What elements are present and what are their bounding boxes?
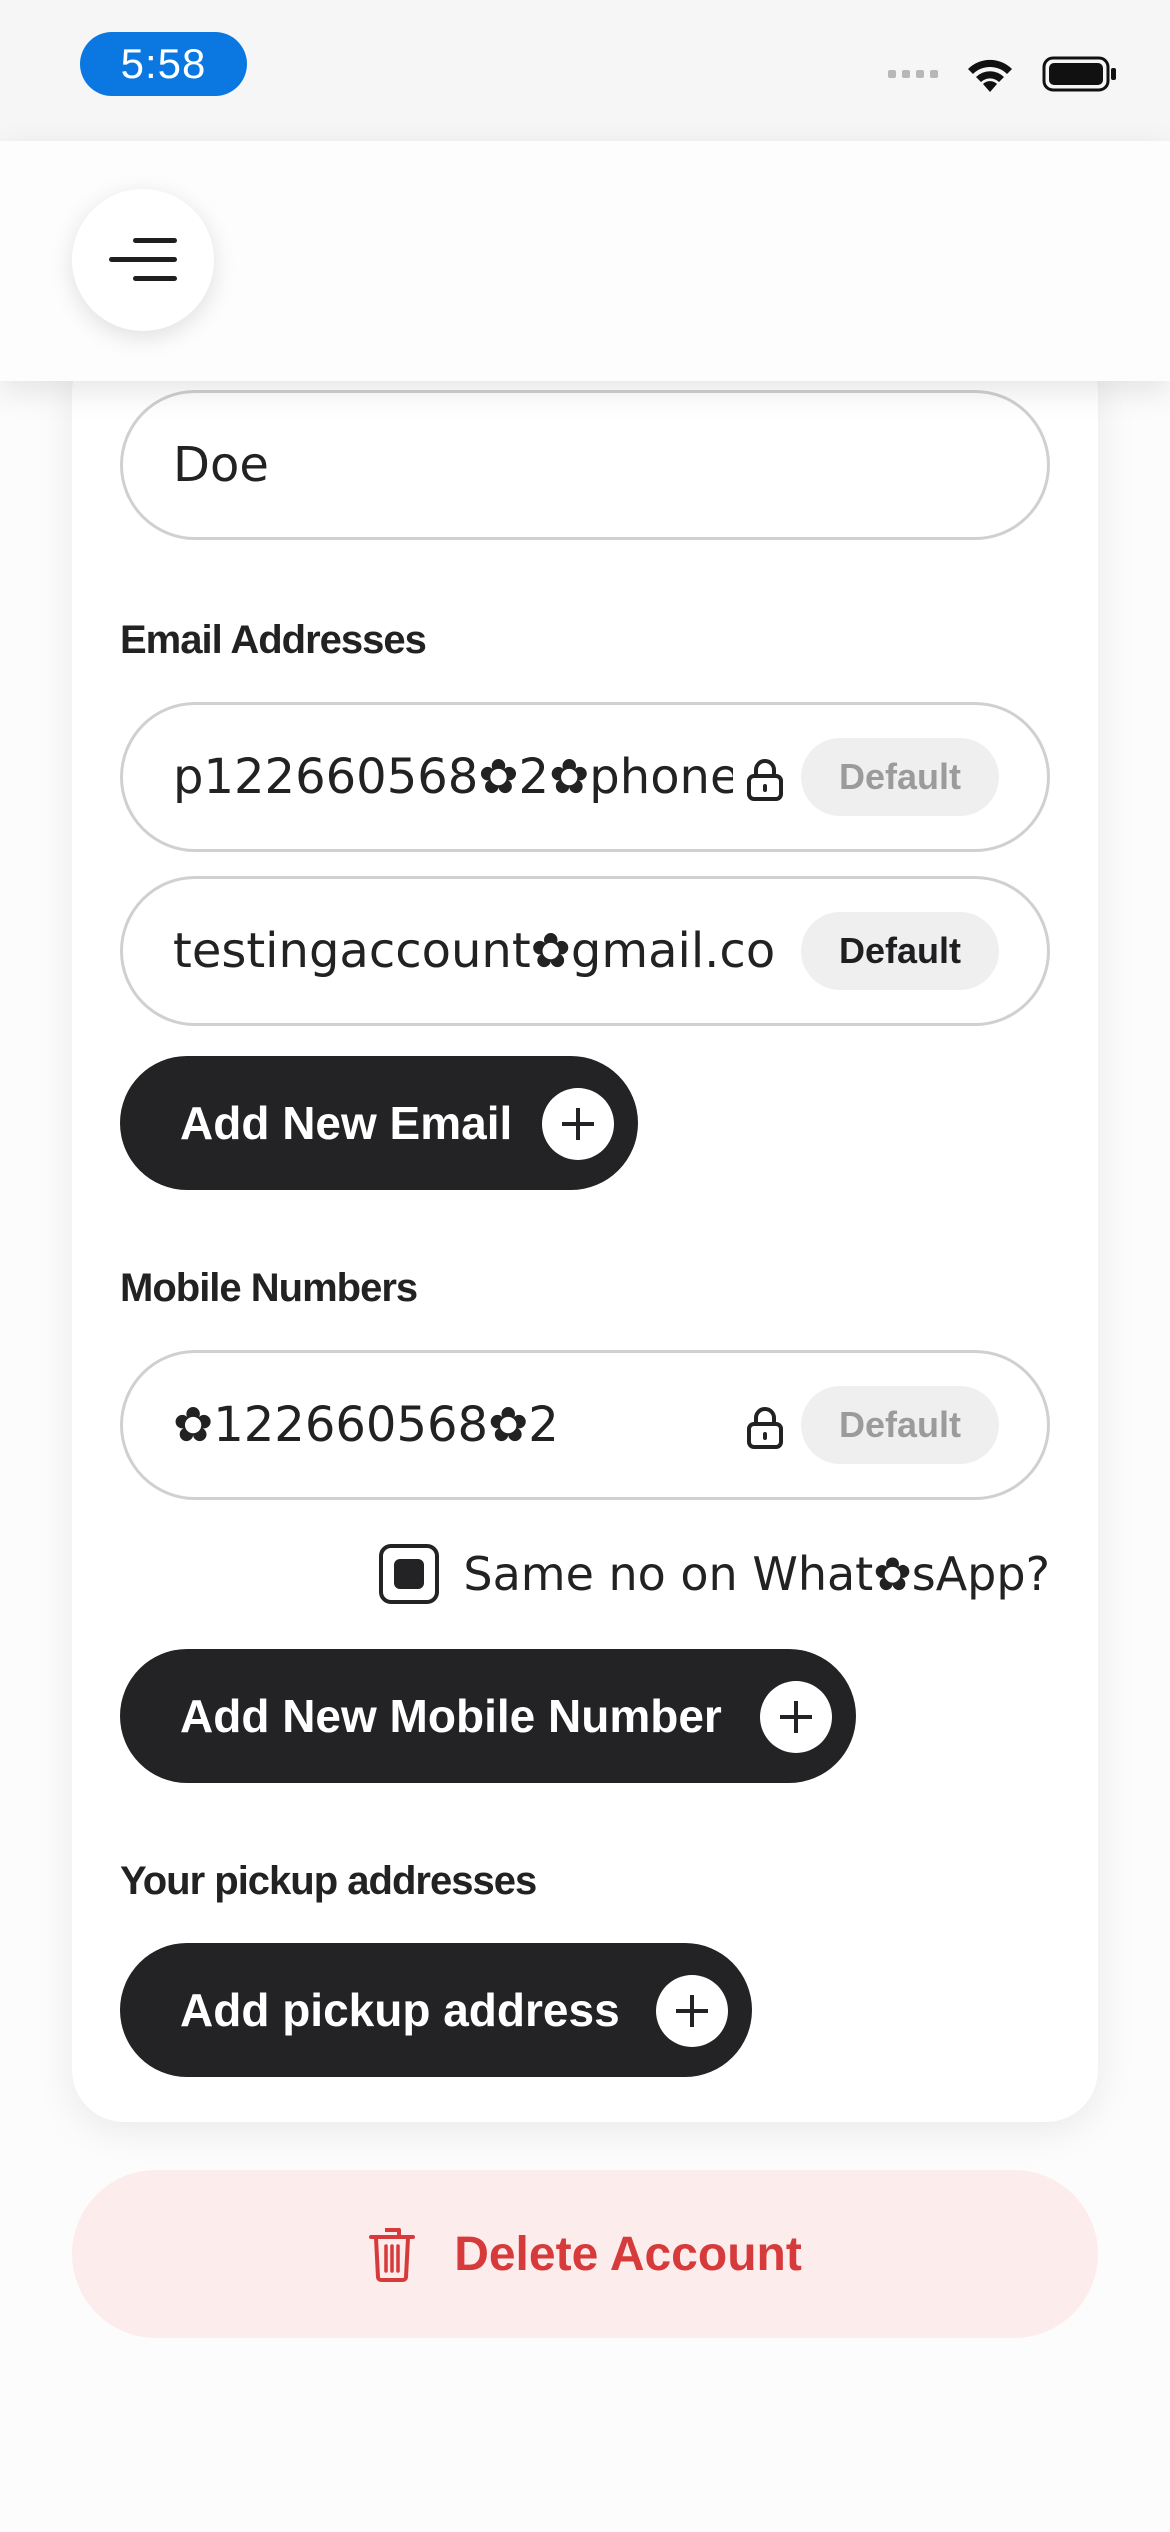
email-field-1[interactable]: p122660568✿2✿phone. Default [120,702,1050,852]
delete-account-label: Delete Account [454,2227,802,2281]
profile-card: Doe Email Addresses p122660568✿2✿phone. … [72,340,1098,2122]
menu-icon [109,238,177,281]
pickup-section-label: Your pickup addresses [120,1859,537,1903]
email-field-2[interactable]: testingaccount✿gmail.co Default [120,876,1050,1026]
plus-icon [656,1975,728,2047]
mobile-1-default-pill: Default [801,1386,999,1464]
lock-icon [747,759,783,801]
whatsapp-checkbox[interactable] [379,1544,440,1604]
add-new-mobile-label: Add New Mobile Number [180,1690,722,1742]
add-pickup-address-label: Add pickup address [180,1984,620,2036]
plus-icon [760,1681,832,1753]
delete-account-button[interactable]: Delete Account [72,2170,1098,2338]
email-value-1: p122660568✿2✿phone. [173,749,733,805]
add-new-mobile-button[interactable]: Add New Mobile Number [120,1649,856,1783]
mobile-field-1[interactable]: ✿122660568✿2 Default [120,1350,1050,1500]
mobile-value-1: ✿122660568✿2 [173,1397,559,1453]
mobile-section-label: Mobile Numbers [120,1266,418,1310]
last-name-value: Doe [173,437,269,493]
add-new-email-button[interactable]: Add New Email [120,1056,638,1190]
last-name-field[interactable]: Doe [120,390,1050,540]
add-pickup-address-button[interactable]: Add pickup address [120,1943,752,2077]
add-new-email-label: Add New Email [180,1097,513,1149]
whatsapp-label: Same no on What✿sApp? [463,1547,1050,1601]
top-header [0,141,1170,381]
plus-icon [542,1088,614,1160]
wifi-icon [968,59,1012,92]
email-2-set-default-button[interactable]: Default [801,912,999,990]
status-time: 5:58 [80,32,247,96]
status-bar: 5:58 [0,0,1170,141]
email-section-label: Email Addresses [120,618,427,662]
email-value-2: testingaccount✿gmail.co [173,923,776,979]
whatsapp-same-number-row: Same no on What✿sApp? [379,1543,1050,1605]
cellular-signal-icon [888,70,938,78]
menu-button[interactable] [72,189,214,331]
status-icons [888,52,1118,96]
battery-icon [1042,56,1116,92]
trash-icon [369,2228,416,2282]
email-1-default-pill: Default [801,738,999,816]
lock-icon [747,1407,783,1449]
